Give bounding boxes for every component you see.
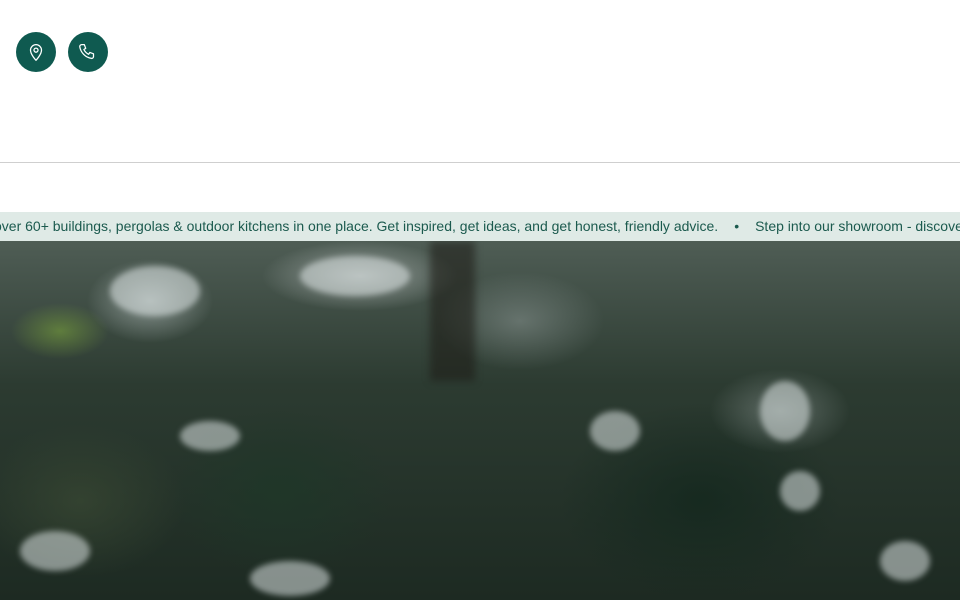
phone-button[interactable] <box>68 32 108 72</box>
hero-image <box>0 241 960 600</box>
sky-highlight <box>760 381 810 441</box>
sky-highlight <box>180 421 240 451</box>
sky-highlight <box>780 471 820 511</box>
sky-highlight <box>250 561 330 596</box>
tree-trunk-shape <box>430 241 475 381</box>
announcement-message: over 60+ buildings, pergolas & outdoor k… <box>0 218 719 234</box>
map-pin-icon <box>29 44 43 61</box>
announcement-track: over 60+ buildings, pergolas & outdoor k… <box>0 212 960 241</box>
announcement-bar: over 60+ buildings, pergolas & outdoor k… <box>0 212 960 241</box>
sky-highlight <box>110 266 200 316</box>
sky-highlight <box>590 411 640 451</box>
phone-icon <box>79 44 95 60</box>
location-button[interactable] <box>16 32 56 72</box>
announcement-separator: • <box>734 218 740 234</box>
sky-highlight <box>20 531 90 571</box>
sky-highlight <box>300 256 410 296</box>
sky-highlight <box>880 541 930 581</box>
site-header <box>0 0 960 163</box>
announcement-message: Step into our showroom - discover <box>755 218 960 234</box>
